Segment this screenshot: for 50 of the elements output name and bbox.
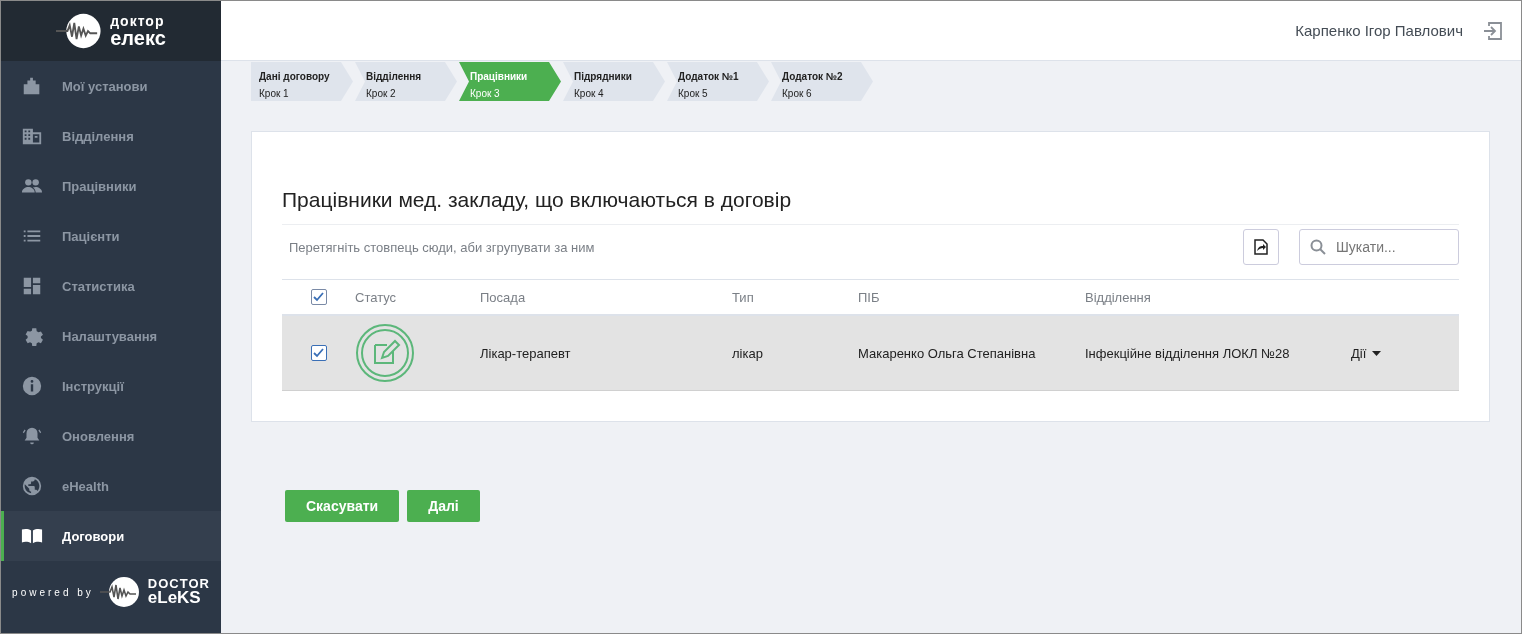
group-hint: Перетягніть стовпець сюди, аби згрупувати за ним bbox=[288, 239, 596, 255]
card-title: Працівники мед. закладу, що включаються в договір bbox=[282, 188, 793, 212]
wizard-step[interactable]: Додаток №2 Крок 6 bbox=[771, 62, 873, 101]
sidebar-item[interactable]: Налаштування bbox=[1, 311, 221, 361]
bell-icon bbox=[21, 425, 43, 447]
info-icon bbox=[21, 375, 43, 397]
edit-status-icon bbox=[355, 323, 415, 383]
sidebar-item[interactable]: Оновлення bbox=[1, 411, 221, 461]
table-cell-text: Інфекційне відділення ЛОКЛ №28 bbox=[1085, 345, 1291, 361]
brand-text: DOCTOR bbox=[147, 577, 210, 591]
globe-icon bbox=[21, 475, 43, 497]
sidebar-item[interactable]: Працівники bbox=[1, 161, 221, 211]
search-field[interactable]: Шукати... bbox=[1299, 229, 1459, 265]
column-header: Тип bbox=[732, 289, 755, 305]
logo-icon bbox=[99, 577, 142, 607]
table-cell-text: Лікар-терапевт bbox=[480, 345, 572, 361]
sidebar-item[interactable]: Статистика bbox=[1, 261, 221, 311]
column-header: ПІБ bbox=[858, 289, 881, 305]
wizard-step[interactable]: Додаток №1 Крок 5 bbox=[667, 62, 769, 101]
checkbox[interactable] bbox=[310, 345, 327, 361]
logo-text: елекс bbox=[110, 28, 166, 48]
column-header: Відділення bbox=[1085, 289, 1152, 305]
wizard-step[interactable]: Підрядники Крок 4 bbox=[563, 62, 665, 101]
action-button[interactable]: Скасувати bbox=[285, 490, 400, 522]
table-cell-text: лікар bbox=[732, 345, 764, 361]
powered-by-text: powered by bbox=[12, 586, 94, 598]
export-button[interactable] bbox=[1243, 229, 1279, 265]
wizard-step[interactable]: Відділення Крок 2 bbox=[355, 62, 457, 101]
dashboard-icon bbox=[21, 275, 43, 297]
user-name: Карпенко Ігор Павлович bbox=[1295, 22, 1463, 39]
wizard-step[interactable]: Дані договору Крок 1 bbox=[251, 62, 353, 101]
sidebar-item[interactable]: Пацієнти bbox=[1, 211, 221, 261]
logout-icon[interactable] bbox=[1483, 20, 1503, 41]
sidebar-item[interactable]: Мої установи bbox=[1, 61, 221, 111]
brand-text: eLeKS bbox=[147, 590, 202, 607]
caret-icon bbox=[1372, 350, 1382, 356]
export-file-icon bbox=[1254, 239, 1268, 255]
sidebar-item[interactable]: Інструкції bbox=[1, 361, 221, 411]
sidebar-item[interactable]: eHealth bbox=[1, 461, 221, 511]
search-icon bbox=[1310, 239, 1326, 255]
action-button[interactable]: Далі bbox=[407, 490, 480, 522]
sidebar-item[interactable]: Відділення bbox=[1, 111, 221, 161]
sidebar-item[interactable]: Договори bbox=[1, 511, 221, 561]
wizard-step[interactable]: Працівники Крок 3 bbox=[459, 62, 561, 101]
checkbox[interactable] bbox=[310, 289, 327, 305]
column-header: Статус bbox=[355, 289, 398, 305]
logo-text: доктор bbox=[110, 14, 166, 28]
actions-dropdown[interactable]: Дії bbox=[1351, 345, 1382, 361]
column-header: Посада bbox=[480, 289, 527, 305]
table-cell-text: Макаренко Ольга Степанівна bbox=[858, 345, 1037, 361]
